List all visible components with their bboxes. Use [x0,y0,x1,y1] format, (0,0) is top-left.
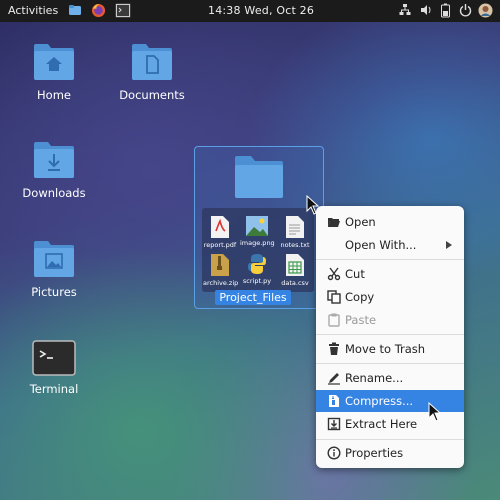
desktop-icon-label: Pictures [31,285,77,299]
file-script-py: script.py [240,253,274,285]
folder-preview-contents: report.pdf image.png notes.txt archive.z… [194,146,324,309]
text-file-icon [286,216,304,238]
file-archive-zip: archive.zip [203,253,238,287]
volume-icon[interactable] [420,3,432,19]
clock[interactable]: 14:38 Wed, Oct 26 [208,4,314,17]
desktop-icon-label: Terminal [29,382,79,396]
battery-icon[interactable] [441,3,450,19]
menu-separator [316,363,464,364]
folder-open-icon [328,218,340,227]
desktop-icon-documents[interactable]: Documents [112,42,192,102]
file-notes-txt: notes.txt [278,215,312,249]
avatar[interactable] [478,3,493,19]
menu-item-open[interactable]: Open [316,211,464,233]
menu-separator [316,259,464,260]
home-folder-icon [34,44,74,80]
pictures-folder-icon [34,241,74,277]
menu-separator [316,439,464,440]
activities-button[interactable]: Activities [8,4,58,17]
menu-item-cut[interactable]: Cut [316,263,464,285]
trash-icon [329,342,339,355]
chevron-right-icon [446,241,452,249]
menu-item-open-with[interactable]: Open With... [316,234,464,256]
python-file-icon [248,254,266,274]
spreadsheet-file-icon [286,254,304,276]
menu-item-rename[interactable]: Rename... [316,367,464,389]
desktop-icon-label: Home [37,88,71,102]
network-icon[interactable] [399,3,411,19]
mouse-pointer-icon [306,195,320,215]
file-data-csv: data.csv [278,253,312,287]
desktop-icon-home[interactable]: Home [14,42,94,102]
archive-icon [329,395,339,407]
pdf-file-icon [211,216,229,238]
folder-name-label[interactable]: Project_Files [215,290,291,305]
zip-file-icon [211,254,229,276]
image-file-icon [246,216,268,236]
file-image-png: image.png [240,215,275,247]
desktop-icon-label: Documents [119,88,185,102]
menu-item-copy[interactable]: Copy [316,286,464,308]
menu-item-properties[interactable]: Properties [316,442,464,464]
power-icon[interactable] [459,3,472,19]
pencil-icon [328,373,340,385]
downloads-folder-icon [34,142,74,178]
desktop-icon-downloads[interactable]: Downloads [14,140,94,200]
copy-icon [327,290,341,304]
files-icon[interactable] [68,3,84,19]
file-report-pdf: report.pdf [203,215,237,249]
desktop-icon-pictures[interactable]: Pictures [14,239,94,299]
documents-folder-icon [132,44,172,80]
desktop-icon-terminal[interactable]: Terminal [14,340,94,396]
firefox-icon[interactable] [91,3,107,19]
info-icon [327,446,341,460]
desktop-icon-label: Downloads [22,186,86,200]
extract-icon [327,417,341,431]
terminal-icon[interactable] [115,3,131,18]
top-bar: Activities 14:38 Wed, Oct 26 [0,0,500,22]
menu-item-paste[interactable]: Paste [316,309,464,331]
scissors-icon [327,267,341,281]
context-menu: Open Open With... Cut Copy Paste Move to… [316,206,464,468]
paste-icon [328,313,340,327]
mouse-pointer-icon [428,402,442,422]
menu-item-move-to-trash[interactable]: Move to Trash [316,338,464,360]
menu-separator [316,334,464,335]
terminal-app-icon [32,340,76,376]
